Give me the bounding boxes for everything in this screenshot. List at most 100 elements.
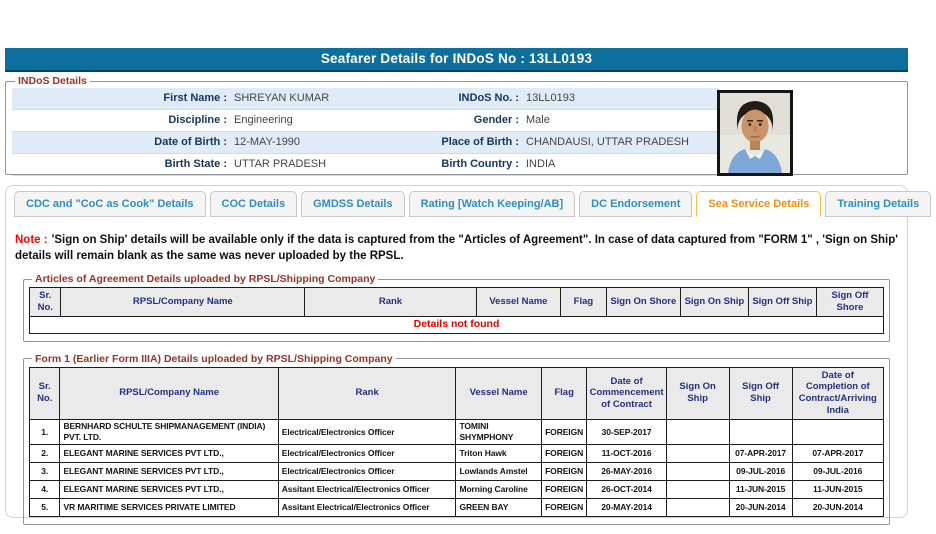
seafarer-photo bbox=[717, 90, 793, 176]
birth-country-value: INDIA bbox=[526, 158, 556, 170]
commencement-date-cell: 30-SEP-2017 bbox=[586, 419, 667, 446]
company-cell: ELEGANT MARINE SERVICES PVT LTD., bbox=[59, 444, 279, 464]
date-of-birth-label: Date of Birth : bbox=[154, 136, 227, 148]
form1-header-row: Sr. No. RPSL/Company Name Rank Vessel Na… bbox=[28, 366, 885, 421]
column-header-commencement-date: Date of Commencement of Contract bbox=[586, 366, 667, 421]
column-header-vessel: Vessel Name bbox=[475, 287, 562, 317]
column-header-sign-off-ship: Sign Off Ship bbox=[728, 366, 793, 421]
discipline-label: Discipline : bbox=[168, 114, 227, 126]
date-of-birth-value: 12-MAY-1990 bbox=[234, 136, 301, 148]
note-text: 'Sign on Ship' details will be available… bbox=[15, 234, 899, 263]
form1-table: Sr. No. RPSL/Company Name Rank Vessel Na… bbox=[28, 366, 885, 518]
flag-cell: FOREIGN bbox=[540, 419, 588, 446]
form1-fieldset: Form 1 (Earlier Form IIIA) Details uploa… bbox=[23, 352, 890, 526]
details-not-found-message: Details not found bbox=[29, 315, 884, 334]
tab-cdc-coc-as-cook-details[interactable]: CDC and "CoC as Cook" Details bbox=[14, 191, 206, 217]
column-header-sign-on-shore: Sign On Shore bbox=[605, 287, 681, 317]
column-header-sign-on-ship: Sign On Ship bbox=[679, 287, 749, 317]
column-header-sign-off-ship: Sign Off Ship bbox=[747, 287, 817, 317]
tabs-panel: CDC and "CoC as Cook" Details COC Detail… bbox=[5, 185, 932, 526]
tab-training-details[interactable]: Training Details bbox=[825, 191, 932, 217]
gender-value: Male bbox=[526, 114, 550, 126]
column-header-sign-on-ship: Sign On Ship bbox=[665, 366, 730, 421]
sign-on-ship-cell bbox=[665, 419, 730, 446]
company-cell: ELEGANT MARINE SERVICES PVT LTD., bbox=[59, 480, 279, 500]
photo-illustration bbox=[720, 93, 790, 173]
page-title: Seafarer Details for INDoS No : 13LL0193 bbox=[320, 51, 593, 66]
indos-details-fieldset: INDoS Details First Name : SHREYAN KUMAR… bbox=[5, 75, 908, 176]
indos-no-label: INDoS No. : bbox=[458, 92, 520, 104]
vessel-cell: Triton Hawk bbox=[455, 444, 542, 464]
tab-dc-endorsement[interactable]: DC Endorsement bbox=[579, 191, 693, 217]
sign-off-ship-cell: 09-JUL-2016 bbox=[728, 462, 793, 482]
column-header-vessel: Vessel Name bbox=[455, 366, 542, 421]
articles-legend: Articles of Agreement Details uploaded b… bbox=[35, 273, 376, 286]
tab-sea-service-details[interactable]: Sea Service Details bbox=[696, 191, 822, 217]
sign-on-ship-cell bbox=[665, 444, 730, 464]
column-header-company: RPSL/Company Name bbox=[59, 366, 279, 421]
completion-date-cell: 07-APR-2017 bbox=[791, 444, 885, 464]
page: Seafarer Details for INDoS No : 13LL0193… bbox=[5, 48, 932, 526]
articles-of-agreement-fieldset: Articles of Agreement Details uploaded b… bbox=[23, 273, 890, 342]
detail-row: Birth State : UTTAR PRADESH Birth Countr… bbox=[12, 154, 719, 176]
gender-label: Gender : bbox=[473, 114, 519, 126]
tab-coc-details[interactable]: COC Details bbox=[209, 191, 298, 217]
indos-details-grid: First Name : SHREYAN KUMAR INDoS No. : 1… bbox=[12, 88, 719, 176]
table-row: 3. ELEGANT MARINE SERVICES PVT LTD., Ele… bbox=[28, 462, 885, 482]
column-header-rank: Rank bbox=[304, 287, 477, 317]
rank-cell: Electrical/Electronics Officer bbox=[277, 419, 457, 446]
completion-date-cell bbox=[791, 419, 885, 446]
column-header-sr-no: Sr. No. bbox=[28, 366, 61, 421]
company-cell: ELEGANT MARINE SERVICES PVT LTD., bbox=[59, 462, 279, 482]
table-row: 1. BERNHARD SCHULTE SHIPMANAGEMENT (INDI… bbox=[28, 419, 885, 446]
page-title-bar: Seafarer Details for INDoS No : 13LL0193 bbox=[5, 48, 908, 72]
company-cell: BERNHARD SCHULTE SHIPMANAGEMENT (INDIA) … bbox=[59, 419, 279, 446]
sr-no-cell: 1. bbox=[28, 419, 61, 446]
note: Note : 'Sign on Ship' details will be ava… bbox=[15, 232, 898, 264]
detail-row: First Name : SHREYAN KUMAR INDoS No. : 1… bbox=[12, 88, 719, 110]
column-header-flag: Flag bbox=[540, 366, 588, 421]
articles-table: Sr. No. RPSL/Company Name Rank Vessel Na… bbox=[28, 287, 885, 334]
column-header-flag: Flag bbox=[560, 287, 607, 317]
vessel-cell: Morning Caroline bbox=[455, 480, 542, 500]
completion-date-cell: 09-JUL-2016 bbox=[791, 462, 885, 482]
commencement-date-cell: 11-OCT-2016 bbox=[586, 444, 667, 464]
column-header-sign-off-shore: Sign Off Shore bbox=[815, 287, 885, 317]
sr-no-cell: 2. bbox=[28, 444, 61, 464]
birth-state-value: UTTAR PRADESH bbox=[234, 158, 327, 170]
rank-cell: Electrical/Electronics Officer bbox=[277, 444, 457, 464]
completion-date-cell: 11-JUN-2015 bbox=[791, 480, 885, 500]
tab-gmdss-details[interactable]: GMDSS Details bbox=[301, 191, 405, 217]
sign-off-ship-cell bbox=[728, 419, 793, 446]
sign-on-ship-cell bbox=[665, 498, 730, 518]
first-name-value: SHREYAN KUMAR bbox=[234, 92, 330, 104]
column-header-rank: Rank bbox=[277, 366, 457, 421]
sr-no-cell: 4. bbox=[28, 480, 61, 500]
sign-off-ship-cell: 11-JUN-2015 bbox=[728, 480, 793, 500]
empty-row: Details not found bbox=[29, 315, 884, 334]
table-row: 5. VR MARITIME SERVICES PRIVATE LIMITED … bbox=[28, 498, 885, 518]
tab-rating-watch-keeping-ab[interactable]: Rating [Watch Keeping/AB] bbox=[408, 191, 576, 217]
flag-cell: FOREIGN bbox=[540, 444, 588, 464]
table-row: 2. ELEGANT MARINE SERVICES PVT LTD., Ele… bbox=[28, 444, 885, 464]
vessel-cell: TOMINI SHYMPHONY bbox=[455, 419, 542, 446]
column-header-company: RPSL/Company Name bbox=[60, 287, 306, 317]
form1-legend: Form 1 (Earlier Form IIIA) Details uploa… bbox=[35, 352, 393, 365]
sign-off-ship-cell: 07-APR-2017 bbox=[728, 444, 793, 464]
place-of-birth-value: CHANDAUSI, UTTAR PRADESH bbox=[526, 136, 689, 148]
column-header-completion-date: Date of Completion of Contract/Arriving … bbox=[791, 366, 885, 421]
flag-cell: FOREIGN bbox=[540, 462, 588, 482]
articles-header-row: Sr. No. RPSL/Company Name Rank Vessel Na… bbox=[28, 287, 885, 317]
sign-on-ship-cell bbox=[665, 480, 730, 500]
completion-date-cell: 20-JUN-2014 bbox=[791, 498, 885, 518]
first-name-label: First Name : bbox=[163, 92, 227, 104]
commencement-date-cell: 26-MAY-2016 bbox=[586, 462, 667, 482]
discipline-value: Engineering bbox=[234, 114, 293, 126]
flag-cell: FOREIGN bbox=[540, 498, 588, 518]
rank-cell: Assitant Electrical/Electronics Officer bbox=[277, 480, 457, 500]
place-of-birth-label: Place of Birth : bbox=[441, 136, 519, 148]
sign-off-ship-cell: 20-JUN-2014 bbox=[728, 498, 793, 518]
commencement-date-cell: 20-MAY-2014 bbox=[586, 498, 667, 518]
birth-state-label: Birth State : bbox=[164, 158, 227, 170]
company-cell: VR MARITIME SERVICES PRIVATE LIMITED bbox=[59, 498, 279, 518]
